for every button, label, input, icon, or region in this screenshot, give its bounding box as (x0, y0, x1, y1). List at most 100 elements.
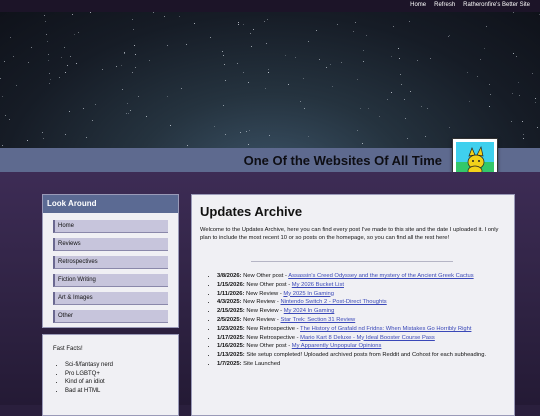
star (127, 113, 129, 115)
star (512, 93, 514, 94)
top-bar: Home Refresh Ratheronfire's Better Site (0, 0, 540, 12)
fact-item: Kind of an idiot (65, 378, 113, 387)
star (64, 134, 66, 136)
star (116, 65, 118, 67)
star (3, 60, 5, 62)
star (302, 78, 304, 80)
star (285, 54, 286, 56)
star (325, 66, 327, 68)
top-nav-refresh[interactable]: Refresh (434, 2, 455, 8)
star (512, 53, 514, 55)
star (68, 111, 70, 113)
sidebar-item-home[interactable]: Home (53, 220, 168, 233)
update-link[interactable]: My Apparently Unpopular Opinions (292, 343, 382, 349)
update-date: 3/8/2026: (217, 273, 244, 279)
star (448, 36, 450, 38)
update-date: 1/23/2025: (217, 325, 247, 332)
update-item: 2/5/2025: New Review - Star Trek: Sectio… (217, 316, 517, 324)
top-nav-better-site[interactable]: Ratheronfire's Better Site (463, 2, 530, 8)
star (45, 34, 47, 36)
star (47, 53, 49, 55)
star (340, 62, 342, 64)
star (518, 82, 520, 83)
update-date: 1/7/2025: (217, 360, 244, 367)
star (42, 131, 44, 133)
star (2, 145, 3, 147)
star (249, 33, 251, 35)
star (178, 15, 180, 17)
star (265, 43, 267, 45)
top-nav-home[interactable]: Home (410, 2, 426, 8)
star (146, 116, 147, 118)
star (425, 136, 427, 138)
star (352, 30, 354, 32)
divider (251, 261, 453, 262)
update-link[interactable]: My 2024 In Gaming (284, 308, 335, 314)
star (307, 136, 309, 138)
sidebar-item-reviews[interactable]: Reviews (53, 238, 168, 251)
sidebar-item-retrospectives[interactable]: Retrospectives (53, 256, 168, 269)
star (484, 48, 485, 49)
star (407, 137, 409, 139)
sidebar-nav: Look Around Home Reviews Retrospectives … (42, 194, 179, 328)
star (521, 120, 523, 122)
starry-banner (0, 12, 540, 148)
star (0, 78, 2, 80)
update-text: Site setup completed! Uploaded archived … (246, 352, 487, 359)
update-link[interactable]: The History of Grafald nd Fridns: When M… (300, 326, 471, 332)
update-date: 2/15/2025: (217, 308, 247, 315)
star (48, 82, 50, 84)
star (532, 72, 534, 74)
star (73, 34, 75, 36)
star (4, 114, 6, 116)
star (70, 56, 72, 58)
fact-item: Bad at HTML (65, 387, 113, 396)
star (43, 138, 44, 139)
star (269, 135, 271, 137)
star (479, 58, 481, 60)
update-text: New Other post - (246, 343, 292, 350)
star (44, 21, 46, 23)
star (44, 14, 46, 16)
update-link[interactable]: My 2025 In Gaming (283, 291, 334, 297)
star (210, 37, 212, 38)
fast-facts-box: Fast Facts! Sci-fi/fantasy nerd Pro LGBT… (42, 334, 179, 416)
star (138, 95, 139, 97)
star (123, 53, 125, 54)
star (393, 26, 395, 27)
star (149, 60, 151, 61)
sidebar-item-other[interactable]: Other (53, 310, 168, 323)
update-date: 1/16/2025: (217, 343, 247, 350)
update-link[interactable]: Nintendo Switch 2 - Post-Direct Thoughts (280, 299, 386, 305)
star (469, 101, 471, 102)
update-link[interactable]: Star Trek: Section 31 Review (280, 317, 355, 323)
sidebar-header: Look Around (43, 195, 178, 213)
star (239, 132, 241, 133)
star (91, 120, 93, 122)
star (398, 48, 400, 50)
star (426, 108, 428, 110)
update-text: New Other post - (243, 273, 289, 279)
update-link[interactable]: My 2026 Bucket List (292, 282, 344, 288)
star (405, 118, 407, 120)
star (164, 16, 166, 17)
star (331, 85, 333, 87)
star (519, 94, 521, 96)
star (387, 98, 389, 100)
star (263, 20, 265, 22)
star (510, 121, 512, 123)
sidebar-item-fiction-writing[interactable]: Fiction Writing (53, 274, 168, 287)
update-link[interactable]: Mario Kart 8 Deluxe - My Ideal Booster C… (300, 335, 435, 341)
update-link[interactable]: Assassin's Creed Odyssey and the mystery… (288, 273, 473, 279)
star (223, 64, 225, 66)
update-item: 1/23/2025: New Retrospective - The Histo… (217, 325, 517, 333)
star (2, 96, 3, 98)
star (466, 72, 468, 73)
star (318, 58, 320, 60)
star (486, 26, 488, 28)
star (490, 93, 492, 95)
star (66, 65, 68, 67)
star (169, 124, 171, 126)
star (266, 19, 268, 21)
sidebar-item-art-images[interactable]: Art & Images (53, 292, 168, 305)
